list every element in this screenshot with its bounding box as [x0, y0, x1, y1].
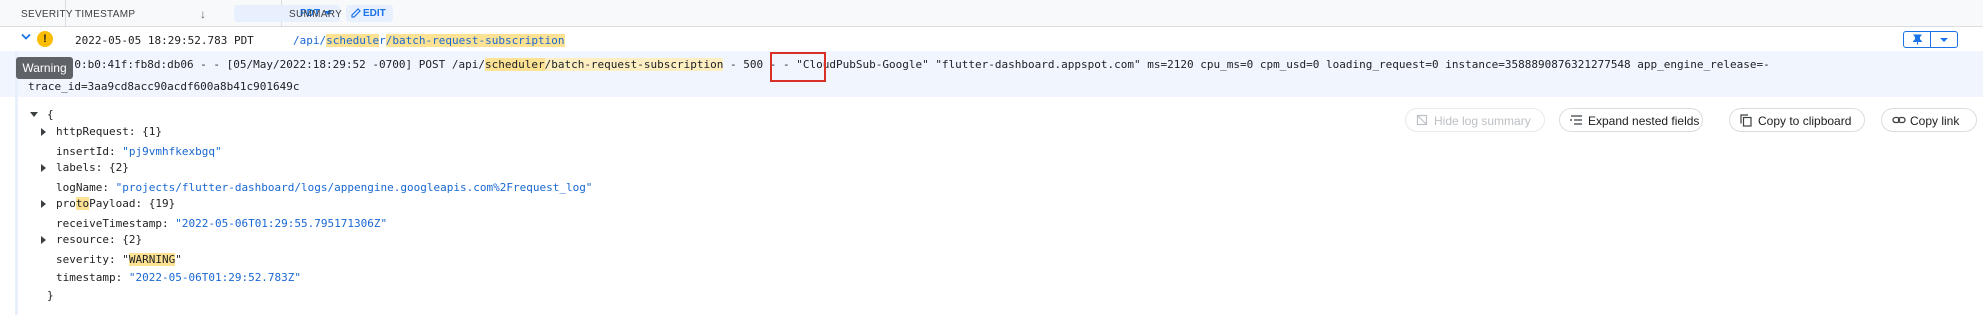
log-summary[interactable]: /api/scheduler/batch-request-subscriptio…	[293, 34, 565, 47]
hide-log-summary-button[interactable]: Hide log summary	[1405, 108, 1545, 132]
summary-prefix: /api/	[293, 34, 327, 47]
severity-quote-close: "	[175, 253, 182, 266]
copy-icon	[1740, 114, 1752, 127]
resource-key: resource:	[56, 233, 116, 246]
tree-root-open: {	[47, 108, 54, 121]
tree-severity: severity: "WARNING"	[56, 253, 182, 266]
chevron-down-icon[interactable]	[21, 33, 31, 41]
sort-arrow-down-icon[interactable]: ↓	[200, 7, 206, 21]
copy-to-clipboard-label: Copy to clipboard	[1758, 114, 1852, 128]
log-timestamp: 2022-05-05 18:29:52.783 PDT	[75, 34, 254, 47]
severity-column-header[interactable]: SEVERITY	[0, 0, 73, 27]
warning-severity-icon: !	[37, 31, 53, 47]
summary-highlight-1: schedule	[326, 34, 380, 47]
tree-labels[interactable]: labels: {2}	[56, 161, 129, 174]
insertid-value: "pj9vmhfkexbgq"	[122, 145, 222, 158]
pin-button-group	[1903, 31, 1958, 48]
pencil-icon	[351, 8, 361, 18]
expand-icon	[1570, 115, 1582, 125]
raw-log-line-1: d:b712:0:b0:41f:fb8d:db06 - - [05/May/20…	[28, 58, 1770, 71]
tree-protopayload[interactable]: protoPayload: {19}	[56, 197, 175, 210]
pin-icon	[1913, 34, 1922, 45]
copy-link-label: Copy link	[1910, 114, 1960, 128]
timestamp-column-label: TIMESTAMP	[75, 9, 136, 20]
raw-log-line-2: trace_id=3aa9cd8acc90acdf600a8b41c901649…	[28, 80, 300, 93]
expand-httprequest-icon[interactable]	[41, 128, 46, 136]
expand-protopayload-icon[interactable]	[41, 200, 46, 208]
pin-dropdown-caret-icon[interactable]	[1940, 38, 1948, 42]
edit-label: EDIT	[363, 8, 386, 19]
summary-highlight-2: /batch-request-subscription	[385, 34, 565, 47]
link-icon	[1892, 116, 1906, 124]
pin-button[interactable]	[1904, 32, 1931, 47]
raw-text-b: - 500 - - "CloudPubSub-Google" "flutter-…	[723, 58, 1770, 71]
labels-key: labels:	[56, 161, 103, 174]
copy-to-clipboard-button[interactable]: Copy to clipboard	[1729, 108, 1865, 132]
logname-value: "projects/flutter-dashboard/logs/appengi…	[115, 181, 593, 194]
httprequest-key: httpRequest:	[56, 125, 136, 138]
severity-key: severity:	[56, 253, 116, 266]
protopayload-value: {19}	[148, 197, 176, 210]
protopayload-key-highlight: to	[75, 197, 90, 210]
tree-httprequest[interactable]: httpRequest: {1}	[56, 125, 162, 138]
protopayload-key-a: pro	[56, 197, 76, 210]
expand-nested-fields-label: Expand nested fields	[1588, 114, 1700, 128]
raw-highlight-2: /batch-request-subscription	[544, 58, 724, 71]
expand-labels-icon[interactable]	[41, 164, 46, 172]
tree-root-close: }	[47, 289, 54, 302]
timestamp-key: timestamp:	[56, 271, 123, 284]
severity-quote-open: "	[122, 253, 129, 266]
status-code-annotation-box	[770, 52, 826, 82]
tree-insertid: insertId: "pj9vmhfkexbgq"	[56, 145, 222, 158]
resource-value: {2}	[122, 233, 143, 246]
timestamp-value: "2022-05-06T01:29:52.783Z"	[128, 271, 302, 284]
copy-link-button[interactable]: Copy link	[1881, 108, 1977, 132]
receivetimestamp-value: "2022-05-06T01:29:55.795171306Z"	[175, 217, 388, 230]
protopayload-key-b: Payload:	[89, 197, 143, 210]
logname-key: logName:	[56, 181, 109, 194]
summary-mid: r	[379, 34, 386, 47]
expand-nested-fields-button[interactable]: Expand nested fields	[1559, 108, 1703, 132]
tree-timestamp: timestamp: "2022-05-06T01:29:52.783Z"	[56, 271, 301, 284]
tree-receivetimestamp: receiveTimestamp: "2022-05-06T01:29:55.7…	[56, 217, 387, 230]
tree-resource[interactable]: resource: {2}	[56, 233, 142, 246]
timestamp-column-header[interactable]: TIMESTAMP ↓ PDT	[66, 0, 340, 27]
collapse-root-icon[interactable]	[30, 112, 38, 117]
severity-tooltip: Warning	[16, 57, 73, 79]
edit-summary-button[interactable]: EDIT	[346, 5, 393, 22]
hide-summary-icon	[1416, 114, 1428, 126]
raw-highlight-1: scheduler	[484, 58, 545, 71]
insertid-key: insertId:	[56, 145, 116, 158]
summary-column-header: SUMMARY	[289, 9, 343, 20]
receivetimestamp-key: receiveTimestamp:	[56, 217, 169, 230]
tree-logname: logName: "projects/flutter-dashboard/log…	[56, 181, 592, 194]
expand-resource-icon[interactable]	[41, 236, 46, 244]
labels-value: {2}	[108, 161, 129, 174]
httprequest-value: {1}	[142, 125, 162, 138]
raw-text-a: d:b712:0:b0:41f:fb8d:db06 - - [05/May/20…	[28, 58, 485, 71]
hide-log-summary-label: Hide log summary	[1434, 114, 1531, 128]
severity-value-highlight: WARNING	[128, 253, 176, 266]
expanded-indent-bar	[15, 51, 18, 315]
log-table-header: SEVERITY TIMESTAMP ↓ PDT SUMMARY EDIT	[0, 0, 1983, 27]
